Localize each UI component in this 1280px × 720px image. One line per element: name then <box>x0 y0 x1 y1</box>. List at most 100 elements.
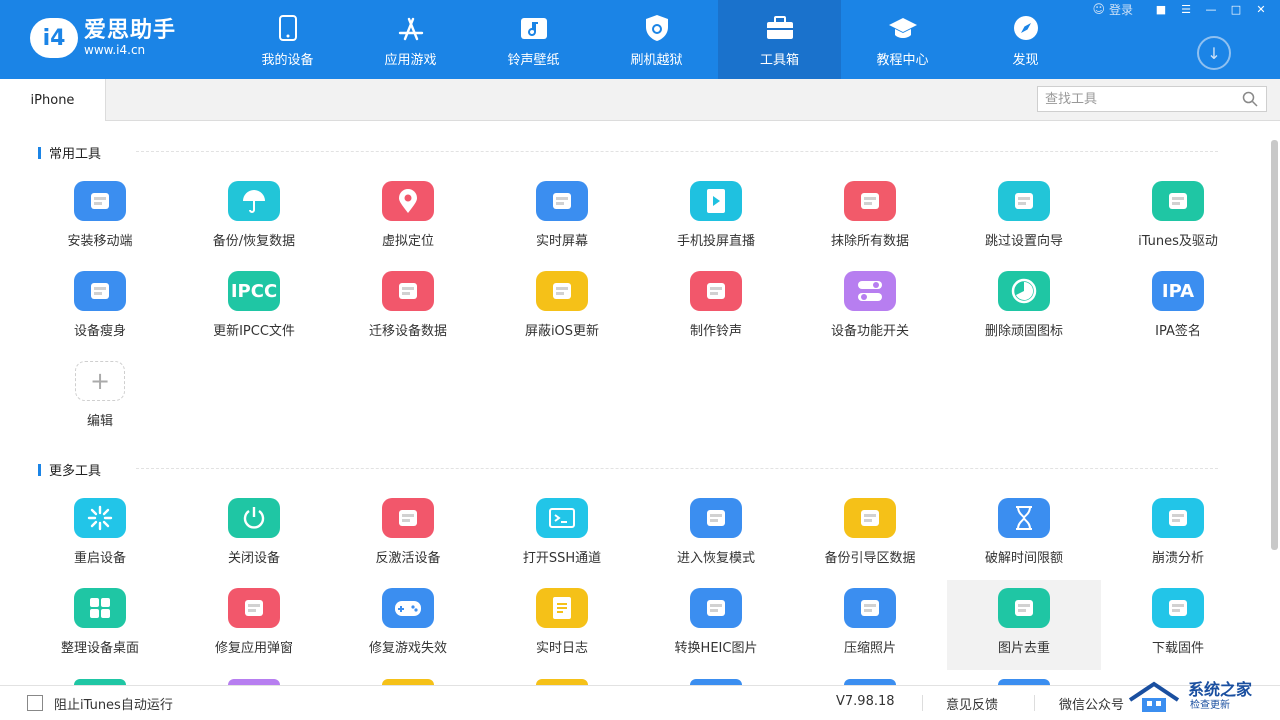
tool-terminal[interactable]: 打开SSH通道 <box>485 490 639 580</box>
umbrella-icon <box>228 181 280 221</box>
tool-pie[interactable]: 删除顽固图标 <box>947 263 1101 353</box>
ipcc-icon: IPCC <box>228 271 280 311</box>
pie-icon <box>998 271 1050 311</box>
hourglass-icon <box>998 498 1050 538</box>
tool-ipa[interactable]: IPA IPA签名 <box>1101 263 1255 353</box>
tool-crash-report[interactable]: 崩溃分析 <box>1101 490 1255 580</box>
tool-download-firmware[interactable]: 下载固件 <box>1101 580 1255 670</box>
tool-log[interactable]: 实时日志 <box>485 580 639 670</box>
terminal-icon <box>536 498 588 538</box>
location-pin-icon <box>382 181 434 221</box>
tool-wrench[interactable]: 修复应用弹窗 <box>177 580 331 670</box>
tool-dedupe-photo[interactable]: 图片去重 <box>947 580 1101 670</box>
feedback-link[interactable]: 意见反馈 <box>946 694 998 713</box>
tool-location-pin[interactable]: 虚拟定位 <box>331 173 485 263</box>
tool-restart[interactable]: 重启设备 <box>23 490 177 580</box>
search-input[interactable] <box>1038 87 1234 111</box>
tool-recovery[interactable]: 进入恢复模式 <box>639 490 793 580</box>
tool-label: 修复应用弹窗 <box>214 641 293 656</box>
phone-icon <box>273 13 303 43</box>
tool-ipcc[interactable]: IPCC 更新IPCC文件 <box>177 263 331 353</box>
tool-label: 实时日志 <box>535 641 588 656</box>
nav-ringtones-wallpapers[interactable]: 铃声壁纸 <box>472 0 595 79</box>
tool-itunes[interactable]: iTunes及驱动 <box>1101 173 1255 263</box>
tool-label: 备份引导区数据 <box>824 551 916 566</box>
tool-label: iTunes及驱动 <box>1138 234 1218 249</box>
version-label: V7.98.18 <box>836 694 895 709</box>
login-button[interactable]: ☺ 登录 <box>1092 1 1133 18</box>
tool-hourglass[interactable]: 破解时间限额 <box>947 490 1101 580</box>
tool-gear-block[interactable]: 屏蔽iOS更新 <box>485 263 639 353</box>
tool-eraser[interactable]: 抹除所有数据 <box>793 173 947 263</box>
tab-iphone[interactable]: iPhone <box>0 79 106 121</box>
block-itunes-label[interactable]: 阻止iTunes自动运行 <box>54 694 173 713</box>
minimize-button[interactable]: — <box>1200 1 1222 17</box>
toolbox-content: 常用工具 安装移动端 备份/恢复数据 虚拟定位 实时屏幕 手机投屏直播 抹除所有数据 跳过设… <box>0 121 1270 684</box>
tool-migrate[interactable]: 迁移设备数据 <box>331 263 485 353</box>
tool-label: IPA签名 <box>1155 324 1201 339</box>
tool-umbrella[interactable]: 备份/恢复数据 <box>177 173 331 263</box>
crash-report-icon <box>1152 498 1204 538</box>
tool-skip-setup[interactable]: 跳过设置向导 <box>947 173 1101 263</box>
nav-toolbox[interactable]: 工具箱 <box>718 0 841 79</box>
tool-search <box>1037 86 1267 112</box>
tool-label: 更新IPCC文件 <box>213 324 295 339</box>
nav-flash-jailbreak[interactable]: 刷机越狱 <box>595 0 718 79</box>
tool-label: 备份/恢复数据 <box>212 234 296 249</box>
tool-heic-convert[interactable]: 转换HEIC图片 <box>639 580 793 670</box>
tool-grid[interactable]: 整理设备桌面 <box>23 580 177 670</box>
nav-my-device[interactable]: 我的设备 <box>226 0 349 79</box>
tool-compress-photo[interactable]: 压缩照片 <box>793 580 947 670</box>
edit-tools-button[interactable]: + 编辑 <box>23 353 177 443</box>
nav-discover[interactable]: 发现 <box>964 0 1087 79</box>
menu-button[interactable]: ☰ <box>1175 1 1197 17</box>
section-divider <box>136 468 1218 469</box>
i4-app-icon <box>74 181 126 221</box>
tool-label: 跳过设置向导 <box>984 234 1063 249</box>
log-icon <box>536 588 588 628</box>
tool-label: 制作铃声 <box>689 324 742 339</box>
wechat-link[interactable]: 微信公众号 <box>1059 694 1124 713</box>
music-note-icon <box>519 13 549 43</box>
download-arrow-icon: ↓ <box>1207 43 1221 63</box>
tool-label: 迁移设备数据 <box>368 324 447 339</box>
tool-power[interactable]: 关闭设备 <box>177 490 331 580</box>
tool-deactivate[interactable]: 反激活设备 <box>331 490 485 580</box>
app-logo: i4 爱思助手 www.i4.cn <box>30 18 176 58</box>
tool-boot-backup[interactable]: 备份引导区数据 <box>793 490 947 580</box>
download-manager-button[interactable]: ↓ <box>1197 36 1231 70</box>
tool-toggle[interactable]: 设备功能开关 <box>793 263 947 353</box>
watermark: 系统之家 检查更新 <box>1120 672 1280 720</box>
gamepad-icon <box>382 588 434 628</box>
close-icon: ✕ <box>1256 2 1266 16</box>
toggle-icon <box>844 271 896 311</box>
maximize-button[interactable]: □ <box>1225 1 1247 17</box>
search-icon[interactable] <box>1242 91 1258 107</box>
tool-gamepad[interactable]: 修复游戏失效 <box>331 580 485 670</box>
close-button[interactable]: ✕ <box>1250 1 1272 17</box>
tool-ringtone[interactable]: 制作铃声 <box>639 263 793 353</box>
logo-badge: i4 <box>30 18 78 58</box>
heic-convert-icon <box>690 588 742 628</box>
shield-icon <box>642 13 672 43</box>
app-store-icon <box>396 13 426 43</box>
window-controls: ☺ 登录 ■ ☰ — □ ✕ <box>1092 0 1272 18</box>
tool-i4-app[interactable]: 安装移动端 <box>23 173 177 263</box>
tool-screen-mirror[interactable]: 实时屏幕 <box>485 173 639 263</box>
tool-label: 虚拟定位 <box>381 234 434 249</box>
play-screen-icon <box>690 181 742 221</box>
tool-label: 下载固件 <box>1151 641 1204 656</box>
scrollbar[interactable] <box>1271 140 1278 550</box>
block-itunes-checkbox[interactable] <box>27 695 43 711</box>
restart-icon <box>74 498 126 538</box>
nav-tutorials[interactable]: 教程中心 <box>841 0 964 79</box>
skin-button[interactable]: ■ <box>1150 1 1172 17</box>
tool-label: 安装移动端 <box>67 234 133 249</box>
tool-play-screen[interactable]: 手机投屏直播 <box>639 173 793 263</box>
tool-broom[interactable]: 设备瘦身 <box>23 263 177 353</box>
maximize-icon: □ <box>1230 2 1242 16</box>
power-icon <box>228 498 280 538</box>
top-header: i4 爱思助手 www.i4.cn 我的设备 应用游戏 铃声壁纸 刷机越狱 工具… <box>0 0 1280 79</box>
ipa-icon: IPA <box>1152 271 1204 311</box>
nav-apps-games[interactable]: 应用游戏 <box>349 0 472 79</box>
